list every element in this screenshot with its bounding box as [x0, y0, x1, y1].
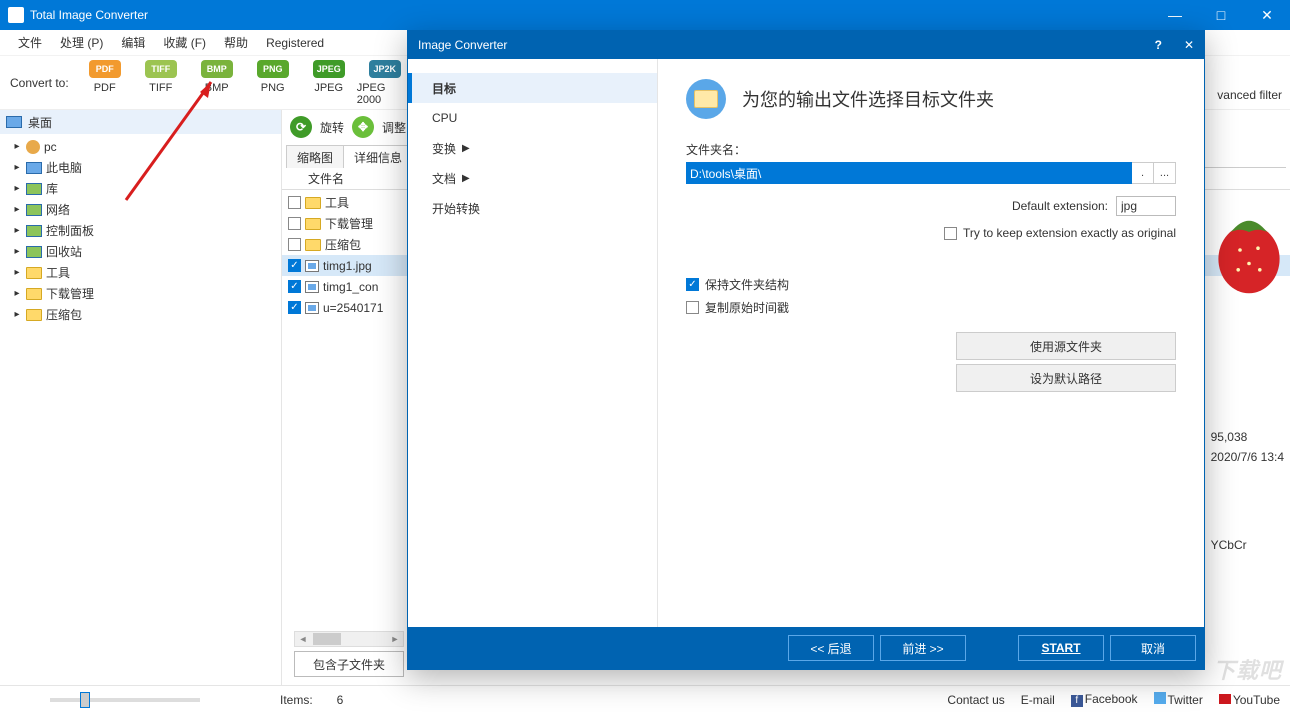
resize-icon[interactable]: ✥	[352, 116, 374, 138]
folder-path-input[interactable]: . ...	[686, 162, 1176, 184]
tree-下载管理[interactable]: ▸下载管理	[0, 283, 281, 304]
step-文档[interactable]: 文档▶	[408, 163, 657, 193]
row-checkbox[interactable]	[288, 238, 301, 251]
sidebar-header[interactable]: 桌面	[0, 110, 281, 134]
tree-pc[interactable]: ▸pc	[0, 136, 281, 157]
status-bar: Items: 6 Contact us E-mail fFacebook Twi…	[0, 685, 1290, 713]
tab-detail[interactable]: 详细信息	[343, 145, 413, 168]
close-button[interactable]: ✕	[1244, 0, 1290, 30]
next-button[interactable]: 前进 >>	[880, 635, 966, 661]
youtube-link[interactable]: YouTube	[1219, 693, 1280, 707]
items-label: Items:	[280, 693, 313, 707]
keep-ext-checkbox[interactable]	[944, 227, 957, 240]
step-开始转换[interactable]: 开始转换	[408, 193, 657, 223]
preview-image	[1212, 205, 1286, 295]
step-CPU[interactable]: CPU	[408, 103, 657, 133]
converter-dialog: Image Converter ? ✕ 目标CPU变换▶文档▶开始转换 为您的输…	[407, 30, 1205, 670]
adjust-label: 调整	[382, 119, 406, 136]
convert-to-label: Convert to:	[10, 76, 69, 90]
app-icon	[8, 7, 24, 23]
menu-收藏 (F)[interactable]: 收藏 (F)	[155, 31, 214, 54]
menu-编辑[interactable]: 编辑	[113, 31, 153, 54]
dialog-titlebar: Image Converter ? ✕	[408, 31, 1204, 59]
dialog-sidebar: 目标CPU变换▶文档▶开始转换	[408, 59, 658, 627]
horizontal-scrollbar[interactable]	[294, 631, 404, 647]
properties-clip: 95,038 2020/7/6 13:4 YCbCr	[1211, 90, 1284, 554]
advanced-filter-link[interactable]: vanced filter	[1217, 88, 1282, 102]
row-checkbox[interactable]: ✓	[288, 259, 301, 272]
tab-thumbnail[interactable]: 缩略图	[286, 145, 344, 168]
help-button[interactable]: ?	[1155, 38, 1162, 52]
back-button[interactable]: << 后退	[788, 635, 874, 661]
row-checkbox[interactable]: ✓	[288, 301, 301, 314]
path-dot-button[interactable]: .	[1132, 162, 1154, 184]
include-subfolders-toggle[interactable]: 包含子文件夹	[294, 651, 404, 677]
row-checkbox[interactable]	[288, 217, 301, 230]
step-变换[interactable]: 变换▶	[408, 133, 657, 163]
sidebar-header-label: 桌面	[28, 114, 52, 131]
tree-此电脑[interactable]: ▸此电脑	[0, 157, 281, 178]
format-JPEG[interactable]: JPEGJPEG	[301, 60, 357, 106]
desktop-icon	[6, 116, 22, 128]
folder-sidebar: 桌面 ▸pc▸此电脑▸库▸网络▸控制面板▸回收站▸工具▸下载管理▸压缩包	[0, 110, 282, 685]
menu-帮助[interactable]: 帮助	[216, 31, 256, 54]
facebook-link[interactable]: fFacebook	[1071, 692, 1138, 707]
dialog-main: 为您的输出文件选择目标文件夹 文件夹名： . ... Default exten…	[658, 59, 1204, 627]
max-button[interactable]: □	[1198, 0, 1244, 30]
use-source-folder-button[interactable]: 使用源文件夹	[956, 332, 1176, 360]
row-checkbox[interactable]: ✓	[288, 280, 301, 293]
app-title: Total Image Converter	[30, 8, 1152, 22]
tree-压缩包[interactable]: ▸压缩包	[0, 304, 281, 325]
min-button[interactable]: —	[1152, 0, 1198, 30]
zoom-slider[interactable]	[50, 698, 200, 702]
rotate-icon[interactable]: ⟳	[290, 116, 312, 138]
tree-库[interactable]: ▸库	[0, 178, 281, 199]
start-button[interactable]: START	[1018, 635, 1104, 661]
tree-网络[interactable]: ▸网络	[0, 199, 281, 220]
menu-处理 (P)[interactable]: 处理 (P)	[52, 31, 111, 54]
path-browse-button[interactable]: ...	[1154, 162, 1176, 184]
folder-icon	[686, 79, 726, 119]
main-titlebar: Total Image Converter — □ ✕	[0, 0, 1290, 30]
copy-timestamp-checkbox[interactable]	[686, 301, 699, 314]
format-PDF[interactable]: PDFPDF	[77, 60, 133, 106]
format-BMP[interactable]: BMPBMP	[189, 60, 245, 106]
folder-name-label: 文件夹名：	[686, 141, 1176, 158]
set-default-path-button[interactable]: 设为默认路径	[956, 364, 1176, 392]
dialog-heading: 为您的输出文件选择目标文件夹	[742, 86, 994, 112]
row-checkbox[interactable]	[288, 196, 301, 209]
contact-link[interactable]: Contact us	[947, 693, 1004, 707]
tree-控制面板[interactable]: ▸控制面板	[0, 220, 281, 241]
items-count: 6	[337, 693, 344, 707]
folder-tree[interactable]: ▸pc▸此电脑▸库▸网络▸控制面板▸回收站▸工具▸下载管理▸压缩包	[0, 134, 281, 685]
rotate-label: 旋转	[320, 119, 344, 136]
step-目标[interactable]: 目标	[408, 73, 657, 103]
format-PNG[interactable]: PNGPNG	[245, 60, 301, 106]
ext-input[interactable]	[1116, 196, 1176, 216]
menu-Registered[interactable]: Registered	[258, 33, 332, 53]
dialog-title: Image Converter	[418, 38, 507, 52]
format-JPEG 2000[interactable]: JP2KJPEG 2000	[357, 60, 413, 106]
tree-工具[interactable]: ▸工具	[0, 262, 281, 283]
email-link[interactable]: E-mail	[1021, 693, 1055, 707]
menu-文件[interactable]: 文件	[10, 31, 50, 54]
tree-回收站[interactable]: ▸回收站	[0, 241, 281, 262]
ext-label: Default extension:	[1012, 199, 1108, 213]
keep-structure-checkbox[interactable]: ✓	[686, 278, 699, 291]
dialog-close-button[interactable]: ✕	[1184, 38, 1194, 52]
twitter-link[interactable]: Twitter	[1154, 692, 1203, 707]
cancel-button[interactable]: 取消	[1110, 635, 1196, 661]
format-TIFF[interactable]: TIFFTIFF	[133, 60, 189, 106]
dialog-footer: << 后退 前进 >> START 取消	[408, 627, 1204, 669]
